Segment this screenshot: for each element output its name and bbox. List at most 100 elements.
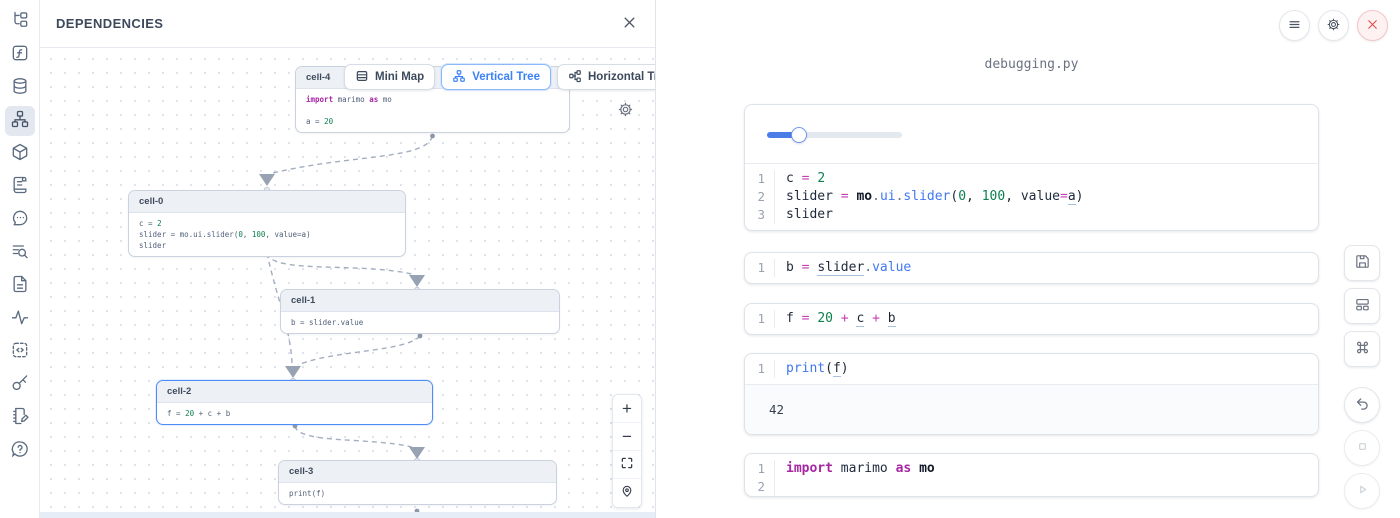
save-button[interactable] xyxy=(1344,245,1380,281)
sidebar-item-tracing[interactable] xyxy=(5,304,35,334)
run-button[interactable] xyxy=(1344,473,1380,509)
mini-map-icon xyxy=(355,69,369,86)
sidebar-item-chat[interactable] xyxy=(5,205,35,235)
stop-button[interactable] xyxy=(1344,430,1380,466)
keyboard-shortcuts-button[interactable] xyxy=(1344,331,1380,367)
settings-button[interactable] xyxy=(1318,10,1349,41)
code-editor[interactable]: 1import marimo as mo2 xyxy=(745,454,1318,497)
close-icon xyxy=(1365,17,1380,35)
stop-icon xyxy=(1354,438,1371,458)
logs-scroll-icon xyxy=(10,175,30,200)
search-list-icon xyxy=(10,241,30,266)
layout-icon xyxy=(1354,296,1371,316)
vertical-tree-button[interactable]: Vertical Tree xyxy=(441,64,551,90)
graph-node-cell-3[interactable]: cell-3 print(f) xyxy=(278,460,557,505)
code-cell-b[interactable]: 1b = slider.value xyxy=(744,252,1319,284)
sidebar-item-datasources[interactable] xyxy=(5,73,35,103)
node-title: cell-0 xyxy=(129,191,405,213)
edge-cell2-cell3 xyxy=(295,426,412,447)
sidebar-item-secrets[interactable] xyxy=(5,370,35,400)
code-cell-slider[interactable]: 1c = 22slider = mo.ui.slider(0, 100, val… xyxy=(744,104,1319,231)
code-cell-f[interactable]: 1f = 20 + c + b xyxy=(744,303,1319,335)
gear-icon xyxy=(617,101,634,121)
sidebar-item-documentation[interactable] xyxy=(5,271,35,301)
database-icon xyxy=(10,76,30,101)
key-icon xyxy=(10,373,30,398)
menu-button[interactable] xyxy=(1279,10,1310,41)
icon-sidebar xyxy=(0,0,40,518)
zoom-in-button[interactable]: + xyxy=(613,395,641,423)
cell-output: 42 xyxy=(745,384,1318,434)
mini-map-button[interactable]: Mini Map xyxy=(344,64,435,90)
notebook-panel: debugging.py 1c = 22slider = mo.ui.slide… xyxy=(656,0,1400,518)
graph-node-cell-1[interactable]: cell-1 b = slider.value xyxy=(280,289,560,334)
panel-title: DEPENDENCIES xyxy=(56,16,163,31)
package-icon xyxy=(10,142,30,167)
notepad-pen-icon xyxy=(10,406,30,431)
dependencies-header: DEPENDENCIES xyxy=(40,0,655,48)
marimo-app: DEPENDENCIES xyxy=(0,0,1400,518)
undo-button[interactable] xyxy=(1344,387,1380,423)
close-icon xyxy=(622,15,637,33)
node-code: print(f) xyxy=(279,483,556,504)
graph-bottom-strip xyxy=(40,512,655,518)
code-editor[interactable]: 1b = slider.value xyxy=(745,253,1318,283)
sidebar-item-help[interactable] xyxy=(5,436,35,466)
function-icon xyxy=(10,43,30,68)
sidebar-item-packages[interactable] xyxy=(5,139,35,169)
save-icon xyxy=(1354,253,1371,273)
hamburger-icon xyxy=(1287,17,1302,35)
cell-output-widget xyxy=(745,105,1318,164)
horizontal-tree-icon xyxy=(568,69,582,86)
sidebar-item-search[interactable] xyxy=(5,238,35,268)
node-title: cell-2 xyxy=(157,381,432,403)
graph-node-cell-2[interactable]: cell-2 f = 20 + c + b xyxy=(156,380,433,425)
fit-view-icon xyxy=(620,455,634,475)
locate-node-button[interactable] xyxy=(613,479,641,507)
file-tree-icon xyxy=(10,10,30,35)
map-pin-icon xyxy=(620,483,634,503)
notebook-action-rail xyxy=(1344,245,1380,509)
zoom-out-button[interactable]: − xyxy=(613,423,641,451)
code-cell-import[interactable]: 1import marimo as mo2 xyxy=(744,453,1319,497)
sidebar-item-file-explorer[interactable] xyxy=(5,7,35,37)
graph-toolbar: Mini Map Vertical Tree Horizontal Tree xyxy=(344,64,655,90)
sidebar-item-logs[interactable] xyxy=(5,172,35,202)
slider-widget[interactable] xyxy=(767,127,902,143)
node-code: f = 20 + c + b xyxy=(157,403,432,424)
node-title: cell-3 xyxy=(279,461,556,483)
sidebar-item-dependency-graph[interactable] xyxy=(5,106,35,136)
undo-icon xyxy=(1354,395,1371,415)
notebook-column: debugging.py 1c = 22slider = mo.ui.slide… xyxy=(744,0,1319,497)
dependencies-panel: DEPENDENCIES xyxy=(40,0,656,518)
gear-icon xyxy=(1326,17,1341,35)
vertical-tree-icon xyxy=(452,69,466,86)
code-editor[interactable]: 1c = 22slider = mo.ui.slider(0, 100, val… xyxy=(745,164,1318,230)
layout-button[interactable] xyxy=(1344,288,1380,324)
sidebar-item-snippets[interactable] xyxy=(5,337,35,367)
minus-icon: − xyxy=(622,427,632,447)
code-cell-print[interactable]: 1print(f) 42 xyxy=(744,353,1319,435)
activity-icon xyxy=(10,307,30,332)
sidebar-item-variables[interactable] xyxy=(5,40,35,70)
snippets-icon xyxy=(10,340,30,365)
edge-cell1-cell2 xyxy=(298,336,420,365)
edge-cell4-cell0 xyxy=(273,136,433,173)
plus-icon: + xyxy=(622,399,632,419)
spacer xyxy=(1344,374,1380,380)
slider-handle[interactable] xyxy=(791,127,807,143)
horizontal-tree-button[interactable]: Horizontal Tree xyxy=(557,64,655,90)
sidebar-item-scratchpad[interactable] xyxy=(5,403,35,433)
shutdown-button[interactable] xyxy=(1357,10,1388,41)
code-editor[interactable]: 1print(f) xyxy=(745,354,1318,384)
notebook-filename: debugging.py xyxy=(744,57,1319,72)
graph-node-cell-0[interactable]: cell-0 c = 2slider = mo.ui.slider(0, 100… xyxy=(128,190,406,257)
graph-settings-button[interactable] xyxy=(609,95,641,127)
node-code: b = slider.value xyxy=(281,312,559,333)
fit-view-button[interactable] xyxy=(613,451,641,479)
notebook-topbar xyxy=(1279,10,1388,41)
close-panel-button[interactable] xyxy=(622,15,637,33)
dependency-graph-icon xyxy=(10,109,30,134)
code-editor[interactable]: 1f = 20 + c + b xyxy=(745,304,1318,334)
dependency-graph-canvas[interactable]: Mini Map Vertical Tree Horizontal Tree c… xyxy=(40,48,655,518)
